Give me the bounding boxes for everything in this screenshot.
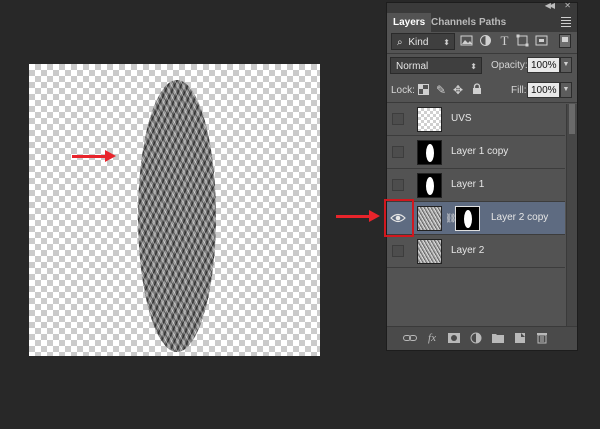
filter-toggle-switch[interactable] [559,34,571,48]
lock-image-pixels-icon[interactable]: ✎ [436,83,446,97]
layer-thumbnail [417,107,442,132]
layer-name[interactable]: Layer 2 copy [491,212,548,223]
opacity-dropdown-icon[interactable]: ▼ [560,57,572,73]
visibility-toggle[interactable] [392,113,404,125]
lock-all-icon[interactable] [472,83,482,98]
new-layer-icon[interactable] [513,332,527,344]
layer-thumbnail [417,239,442,264]
layer-thumbnail [417,206,442,231]
annotation-arrow-layer [336,210,380,222]
layer-name[interactable]: UVS [451,113,472,124]
new-group-icon[interactable] [491,332,505,344]
panel-menu-icon[interactable] [561,17,571,29]
adjustment-layer-icon[interactable] [469,332,483,344]
layer-thumbnail [417,140,442,165]
close-panel-icon[interactable]: ✕ [564,1,571,10]
lock-label: Lock: [391,85,415,96]
layer-name[interactable]: Layer 1 copy [451,146,508,157]
delete-layer-icon[interactable] [535,332,549,344]
opacity-input[interactable]: 100% [527,57,560,73]
blend-mode-value: Normal [396,61,429,72]
layer-thumbnail [417,173,442,198]
visibility-toggle[interactable] [392,179,404,191]
fill-dropdown-icon[interactable]: ▼ [560,82,572,98]
annotation-arrow-canvas [72,150,116,162]
scrollbar-thumb[interactable] [569,104,575,134]
lock-position-icon[interactable]: ✥ [453,83,463,97]
add-mask-icon[interactable] [447,332,461,344]
fill-input[interactable]: 100% [527,82,560,98]
layer-mask-thumbnail[interactable] [455,206,480,231]
canvas-document[interactable] [29,64,320,356]
layer-row-layer-2[interactable]: Layer 2 [387,235,565,268]
chevron-down-icon: ⬍ [443,38,450,47]
type-filter-icon[interactable]: T [498,34,511,47]
tab-paths[interactable]: Paths [473,13,512,32]
mask-link-icon[interactable]: ⛓ [445,211,456,225]
layer-row-layer-1-copy[interactable]: Layer 1 copy [387,136,565,169]
layer-row-uvs[interactable]: UVS [387,103,565,136]
layers-panel: ◀◀ ✕ Layers Channels Paths ⌕ Kind ⬍ T No… [386,1,578,351]
visibility-toggle[interactable] [392,146,404,158]
image-filter-icon[interactable] [460,34,473,47]
lock-transparent-pixels-icon[interactable] [418,84,429,98]
separator [387,53,577,54]
chevron-down-icon: ⬍ [470,62,477,71]
layers-scrollbar[interactable] [566,104,577,336]
opacity-label: Opacity: [491,60,528,71]
search-icon: ⌕ [397,37,403,48]
layer-name[interactable]: Layer 2 [451,245,484,256]
panel-title-strip: ◀◀ ✕ [387,1,577,13]
adjustment-filter-icon[interactable] [479,34,492,47]
blend-mode-select[interactable]: Normal ⬍ [390,57,482,74]
smart-object-filter-icon[interactable] [535,34,548,47]
fur-ellipse-artwork [138,80,216,352]
fx-icon[interactable]: fx [425,332,439,344]
filter-kind-select[interactable]: ⌕ Kind ⬍ [391,33,455,50]
layers-bottom-toolbar: fx [387,326,577,350]
link-layers-icon[interactable] [403,332,417,344]
visibility-toggle[interactable] [392,245,404,257]
shape-filter-icon[interactable] [516,34,529,47]
layer-name[interactable]: Layer 1 [451,179,484,190]
panel-tabs: Layers Channels Paths [387,13,577,32]
fill-label: Fill: [511,85,527,96]
filter-kind-label: Kind [408,37,429,48]
collapse-panel-icon[interactable]: ◀◀ [545,1,555,10]
annotation-highlight-box [384,199,414,237]
layer-row-layer-1[interactable]: Layer 1 [387,169,565,202]
